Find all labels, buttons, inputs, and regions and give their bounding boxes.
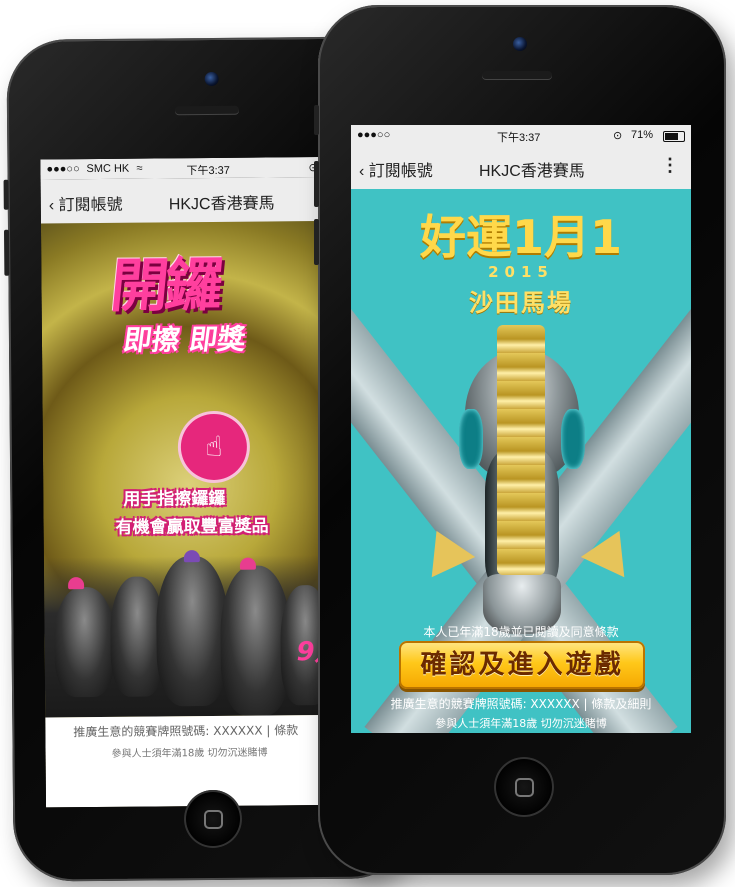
promo-venue: 沙田馬場 [469, 289, 573, 317]
license-text[interactable]: 推廣生意的競賽牌照號碼: XXXXXX | 條款及細則 [351, 695, 691, 712]
status-bar: ●●●○○ 下午3:37 ⊙ 71% [351, 125, 691, 145]
nav-bar: ‹ 訂閱帳號 HKJC香港賽馬 [40, 176, 331, 225]
promo-banner[interactable]: 開鑼 即擦 即獎 ☝ 用手指擦鑼鑼 有機會贏取豐富獎品 9月 推廣生意的競賽牌照… [40, 220, 337, 808]
mute-switch [3, 179, 9, 210]
back-phone-home-button [184, 790, 242, 848]
license-text: 推廣生意的競賽牌照號碼: XXXXXX | 條款 [73, 723, 299, 740]
game-landing: 好運1月1 2015 沙田馬場 本人已年滿18歲並已閱讀及同意條款 確認及進入遊… [351, 189, 691, 733]
promo-headline: 好運1月1 [419, 210, 622, 264]
promo-subheadline: 即擦 即獎 [121, 322, 248, 357]
legal-footer: 推廣生意的競賽牌照號碼: XXXXXX | 條款 參與人士須年滿18歲 切勿沉迷… [45, 714, 337, 808]
earpiece-speaker [482, 71, 552, 79]
signal-icon: ●●●○○ [357, 129, 391, 141]
racehorses-image [43, 550, 336, 718]
volume-up-button [3, 229, 10, 276]
front-camera-icon [204, 71, 219, 87]
rotation-lock-icon: ⊙ [613, 130, 623, 142]
promo-headline: 開鑼 [107, 250, 223, 320]
back-phone-screen: ●●●○○ SMC HK ≈ 下午3:37 ⊙ ‹ 訂閱帳號 HKJC香港賽馬 … [40, 156, 337, 808]
page-title: HKJC香港賽馬 [479, 163, 585, 180]
front-phone: ●●●○○ 下午3:37 ⊙ 71% ‹ 訂閱帳號 HKJC香港賽馬 ⋮ 好運1… [314, 5, 726, 875]
wifi-icon: ≈ [136, 162, 143, 175]
volume-up-button [314, 161, 319, 207]
battery-icon [663, 131, 685, 142]
signal-icon: ●●●○○ [46, 163, 80, 176]
home-square-icon [515, 778, 534, 797]
front-phone-screen: ●●●○○ 下午3:37 ⊙ 71% ‹ 訂閱帳號 HKJC香港賽馬 ⋮ 好運1… [351, 125, 691, 733]
volume-down-button [314, 219, 319, 265]
chevron-left-icon: ‹ [48, 197, 55, 215]
back-button-label: 訂閱帳號 [58, 196, 123, 215]
earpiece-speaker [174, 105, 239, 115]
battery-percent: 71% [631, 129, 654, 141]
instruction-line-2: 有機會贏取豐富獎品 [115, 516, 269, 538]
home-square-icon [204, 810, 223, 829]
age-warning: 參與人士須年滿18歲 切勿沉迷賭博 [435, 717, 607, 730]
carrier-label: SMC HK [86, 162, 130, 176]
clock: 下午3:37 [186, 164, 230, 178]
chevron-left-icon: ‹ [359, 163, 365, 180]
age-warning: 參與人士須年滿18歲 切勿沉迷賭博 [111, 747, 268, 760]
swipe-finger-icon[interactable]: ☝ [180, 413, 248, 481]
back-button[interactable]: ‹ 訂閱帳號 [359, 157, 433, 181]
horse-head-logo-icon [457, 319, 587, 639]
more-menu-icon[interactable]: ⋮ [661, 155, 679, 176]
instruction-line-1: 用手指擦鑼鑼 [123, 488, 226, 510]
back-button[interactable]: ‹ 訂閱帳號 [49, 191, 123, 216]
back-button-label: 訂閱帳號 [368, 163, 433, 180]
home-button[interactable] [494, 757, 554, 817]
page-title: HKJC香港賽馬 [168, 195, 275, 214]
status-bar: ●●●○○ SMC HK ≈ 下午3:37 ⊙ [40, 156, 331, 180]
front-camera-icon [513, 37, 527, 51]
mute-switch [314, 105, 319, 135]
nav-bar: ‹ 訂閱帳號 HKJC香港賽馬 ⋮ [351, 145, 691, 190]
confirm-enter-game-button[interactable]: 確認及進入遊戲 [399, 641, 645, 689]
age-agreement-text: 本人已年滿18歲並已閱讀及同意條款 [423, 625, 619, 639]
promo-year: 2015 [488, 263, 554, 281]
clock: 下午3:37 [497, 132, 541, 144]
